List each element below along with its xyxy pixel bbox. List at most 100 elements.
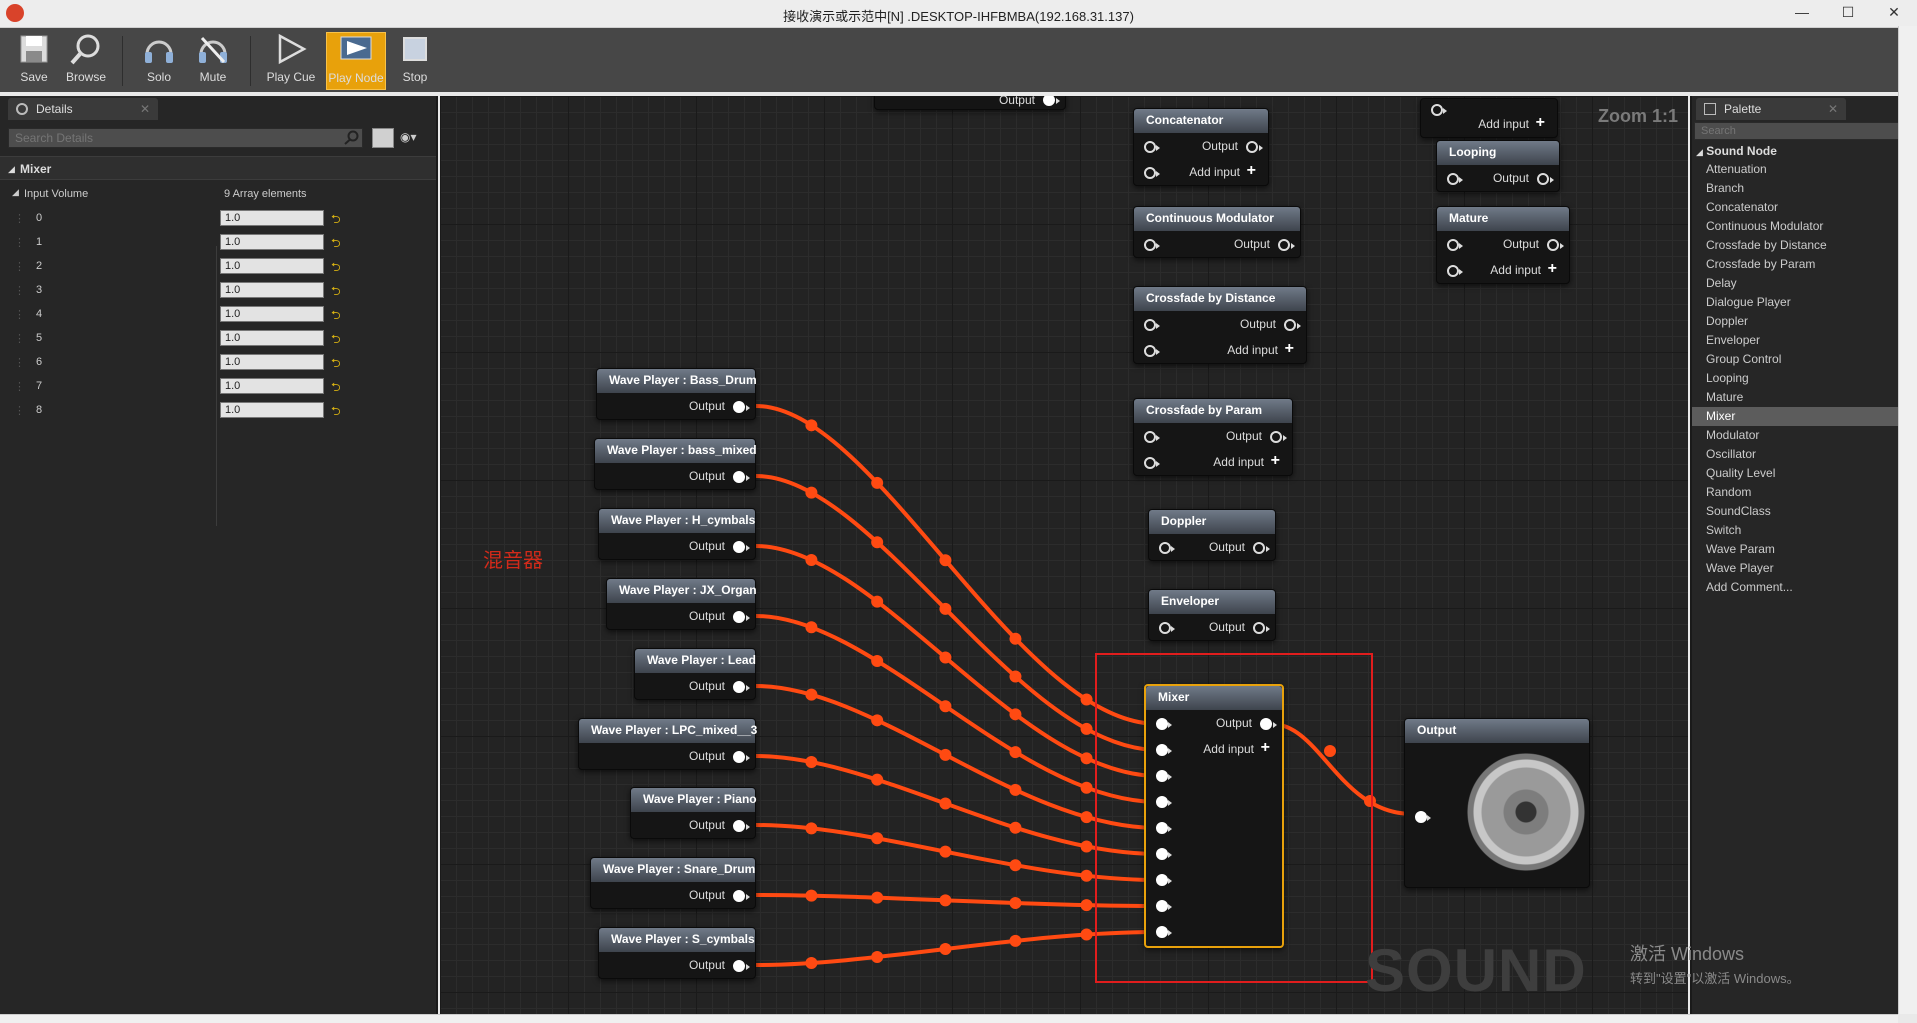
wave-player-node[interactable]: Wave Player : S_cymbals Output (598, 927, 756, 979)
input-pin[interactable] (1156, 900, 1172, 912)
input-pin[interactable] (1144, 239, 1160, 251)
collapse-arrow-icon[interactable]: ◢ (1696, 147, 1703, 157)
drag-handle-icon[interactable]: ⋮ (14, 332, 25, 345)
mute-button[interactable]: Mute (192, 32, 234, 90)
stop-button[interactable]: Stop (396, 32, 434, 90)
vertical-scrollbar[interactable] (1898, 26, 1917, 1014)
input-pin[interactable] (1156, 822, 1172, 834)
input-pin[interactable] (1144, 167, 1160, 179)
reset-default-icon[interactable]: ⮌ (331, 306, 341, 327)
palette-item[interactable]: Continuous Modulator (1692, 217, 1917, 236)
volume-value-input[interactable] (220, 258, 324, 274)
doppler-node[interactable]: Doppler Output (1148, 509, 1276, 561)
palette-search-input[interactable] (1694, 122, 1917, 140)
minimize-button[interactable]: — (1779, 0, 1825, 28)
output-pin[interactable] (733, 751, 750, 763)
reset-default-icon[interactable]: ⮌ (331, 234, 341, 255)
output-pin[interactable] (1270, 431, 1287, 443)
add-input-button[interactable]: + (1536, 114, 1545, 132)
close-tab-icon[interactable]: ✕ (140, 98, 150, 120)
reset-default-icon[interactable]: ⮌ (331, 378, 341, 399)
continuous-modulator-node[interactable]: Continuous Modulator Output (1133, 206, 1301, 258)
horizontal-scrollbar[interactable] (0, 1014, 1898, 1023)
output-pin[interactable] (733, 471, 750, 483)
volume-value-input[interactable] (220, 282, 324, 298)
reset-default-icon[interactable]: ⮌ (331, 402, 341, 423)
wave-player-node[interactable]: Wave Player : JX_Organ Output (606, 578, 757, 630)
input-pin[interactable] (1156, 848, 1172, 860)
wave-player-node[interactable]: Wave Player : LPC_mixed__3 Output (578, 718, 757, 770)
browse-button[interactable]: Browse (62, 32, 110, 90)
palette-item[interactable]: Crossfade by Param (1692, 255, 1917, 274)
output-pin[interactable] (1537, 173, 1554, 185)
save-button[interactable]: Save (12, 32, 56, 90)
reset-default-icon[interactable]: ⮌ (331, 258, 341, 279)
drag-handle-icon[interactable]: ⋮ (14, 260, 25, 273)
input-pin[interactable] (1447, 239, 1463, 251)
palette-item[interactable]: Attenuation (1692, 160, 1917, 179)
palette-item[interactable]: Wave Player (1692, 559, 1917, 578)
add-input-button[interactable]: + (1285, 340, 1294, 358)
palette-item[interactable]: Dialogue Player (1692, 293, 1917, 312)
output-pin[interactable] (733, 611, 750, 623)
input-pin[interactable] (1144, 431, 1160, 443)
palette-category[interactable]: ◢ Sound Node (1696, 144, 1777, 158)
input-pin[interactable] (1144, 141, 1160, 153)
tab-palette[interactable]: Palette ✕ (1696, 98, 1846, 120)
wave-player-node[interactable]: Wave Player : Lead Output (634, 648, 756, 700)
reset-default-icon[interactable]: ⮌ (331, 210, 341, 231)
tab-details[interactable]: Details ✕ (8, 98, 158, 120)
play-cue-button[interactable]: Play Cue (264, 32, 318, 90)
drag-handle-icon[interactable]: ⋮ (14, 284, 25, 297)
palette-item[interactable]: Doppler (1692, 312, 1917, 331)
palette-item[interactable]: Mature (1692, 388, 1917, 407)
concatenator-node[interactable]: Concatenator Output Add input + (1133, 108, 1269, 186)
palette-item[interactable]: Group Control (1692, 350, 1917, 369)
palette-item[interactable]: Delay (1692, 274, 1917, 293)
reset-default-icon[interactable]: ⮌ (331, 354, 341, 375)
input-pin[interactable] (1156, 744, 1172, 756)
mixer-section-header[interactable]: ◢ Mixer (0, 156, 436, 180)
output-pin[interactable] (733, 681, 750, 693)
reset-default-icon[interactable]: ⮌ (331, 330, 341, 351)
input-pin[interactable] (1159, 542, 1175, 554)
add-input-button[interactable]: + (1271, 452, 1280, 470)
volume-value-input[interactable] (220, 306, 324, 322)
crossfade-param-node[interactable]: Crossfade by Param Output Add input + (1133, 398, 1293, 476)
output-pin[interactable] (733, 890, 750, 902)
input-pin[interactable] (1156, 796, 1172, 808)
details-search-input[interactable] (8, 128, 363, 148)
drag-handle-icon[interactable]: ⋮ (14, 380, 25, 393)
volume-value-input[interactable] (220, 234, 324, 250)
wave-player-node[interactable]: Wave Player : bass_mixed Output (594, 438, 757, 490)
output-pin[interactable] (1253, 542, 1270, 554)
wave-player-node[interactable]: Wave Player : H_cymbals Output (598, 508, 756, 560)
input-pin[interactable] (1144, 319, 1160, 331)
close-tab-icon[interactable]: ✕ (1828, 98, 1838, 120)
input-pin[interactable] (1156, 770, 1172, 782)
offscreen-node[interactable]: Output (874, 96, 1066, 110)
collapse-arrow-icon[interactable]: ◢ (12, 187, 19, 198)
palette-item[interactable]: Looping (1692, 369, 1917, 388)
output-pin[interactable] (733, 820, 750, 832)
volume-value-input[interactable] (220, 330, 324, 346)
output-pin[interactable] (1246, 141, 1263, 153)
palette-item[interactable]: Enveloper (1692, 331, 1917, 350)
palette-item[interactable]: Oscillator (1692, 445, 1917, 464)
maximize-button[interactable]: ☐ (1825, 0, 1871, 28)
play-node-button[interactable]: Play Node (326, 32, 386, 90)
palette-item[interactable]: Wave Param (1692, 540, 1917, 559)
mixer-node[interactable]: Mixer Output Add input + (1144, 684, 1284, 948)
partial-add-input-node[interactable]: Add input + (1420, 98, 1558, 138)
volume-value-input[interactable] (220, 402, 324, 418)
drag-handle-icon[interactable]: ⋮ (14, 404, 25, 417)
volume-value-input[interactable] (220, 354, 324, 370)
input-pin[interactable] (1159, 622, 1175, 634)
drag-handle-icon[interactable]: ⋮ (14, 236, 25, 249)
drag-handle-icon[interactable]: ⋮ (14, 212, 25, 225)
palette-item[interactable]: Quality Level (1692, 464, 1917, 483)
drag-handle-icon[interactable]: ⋮ (14, 356, 25, 369)
output-pin[interactable] (1547, 239, 1564, 251)
wave-player-node[interactable]: Wave Player : Piano Output (630, 787, 757, 839)
palette-item[interactable]: Switch (1692, 521, 1917, 540)
